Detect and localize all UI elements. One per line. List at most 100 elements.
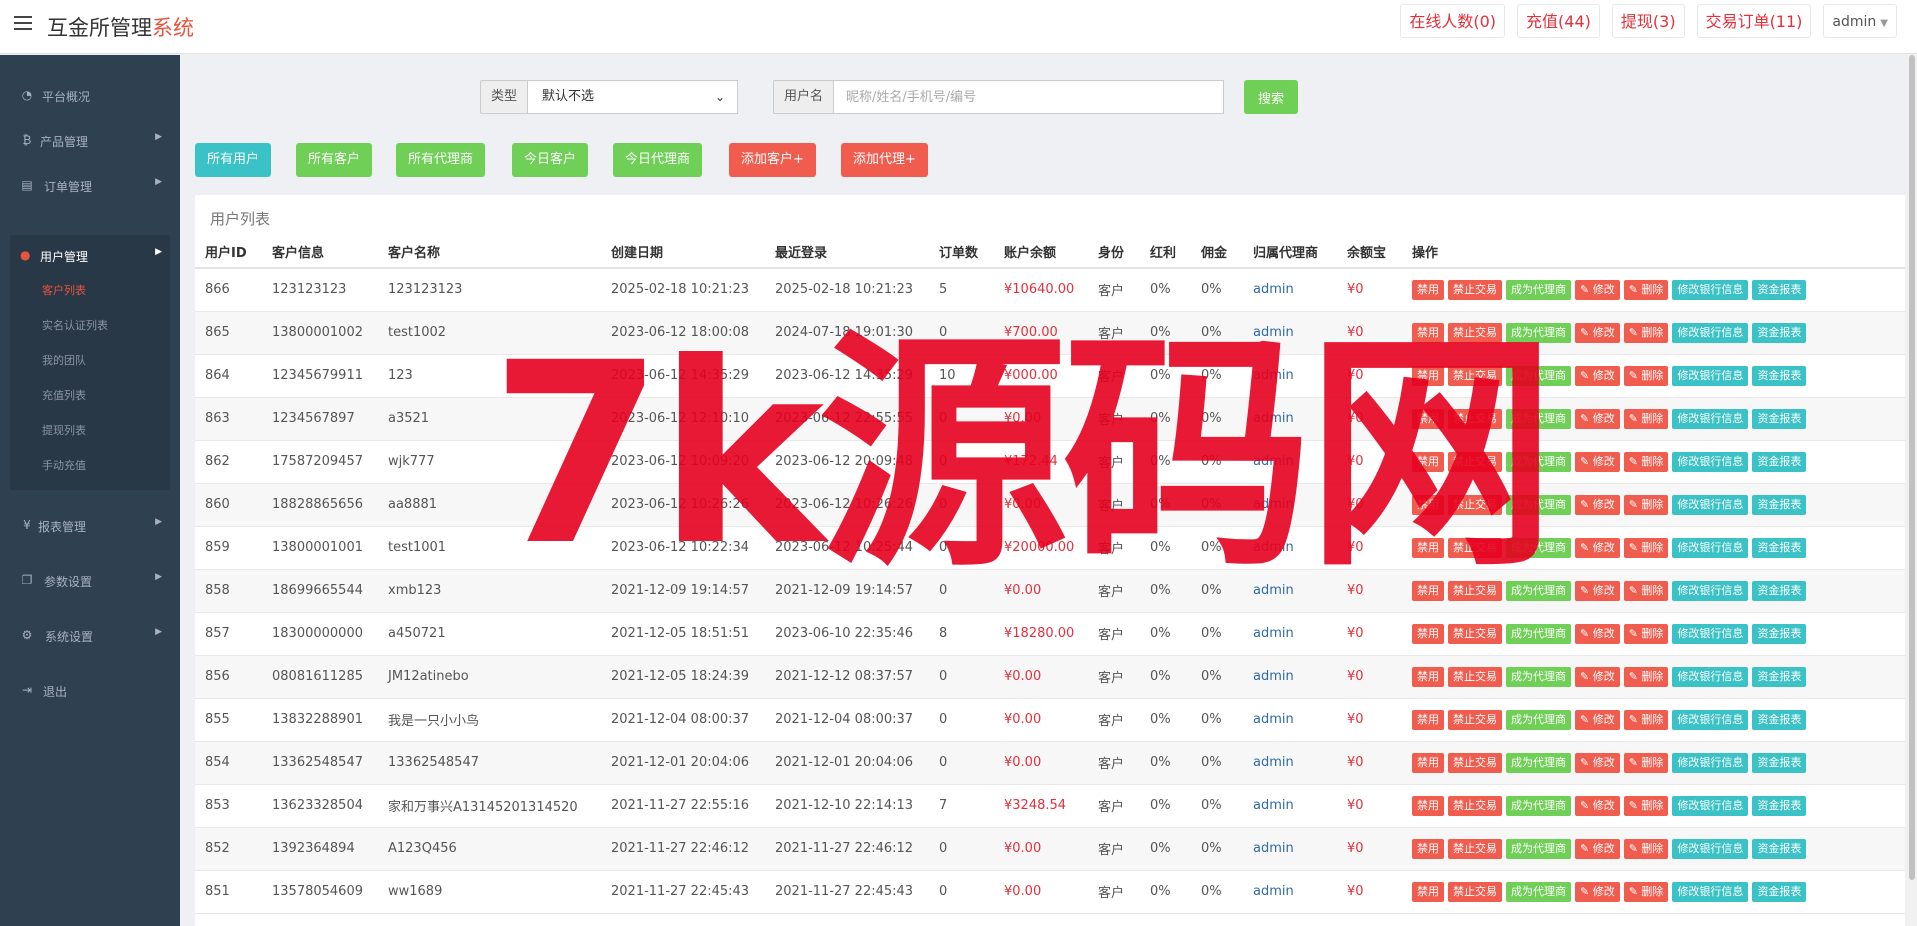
- sidebar-item-orders[interactable]: ▤ 订单管理 ▶: [0, 165, 180, 205]
- delete-button[interactable]: ✎ 删除: [1623, 451, 1669, 472]
- search-button[interactable]: 搜索: [1244, 80, 1298, 114]
- trade-orders-button[interactable]: 交易订单(11): [1696, 4, 1812, 38]
- make-agent-button[interactable]: 成为代理商: [1506, 365, 1571, 386]
- disable-button[interactable]: 禁用: [1412, 623, 1444, 644]
- edit-button[interactable]: ✎ 修改: [1575, 795, 1620, 816]
- all-users-button[interactable]: 所有用户: [195, 143, 272, 177]
- edit-bank-button[interactable]: 修改银行信息: [1672, 279, 1749, 300]
- make-agent-button[interactable]: 成为代理商: [1506, 322, 1571, 343]
- fund-report-button[interactable]: 资金报表: [1752, 838, 1807, 859]
- delete-button[interactable]: ✎ 删除: [1623, 666, 1669, 687]
- recharge-count-button[interactable]: 充值(44): [1517, 4, 1600, 38]
- today-customers-button[interactable]: 今日客户: [512, 143, 589, 177]
- ban-trade-button[interactable]: 禁止交易: [1448, 279, 1502, 300]
- edit-bank-button[interactable]: 修改银行信息: [1672, 494, 1749, 515]
- sidebar-item-overview[interactable]: ◔ 平台概况: [0, 75, 180, 115]
- edit-button[interactable]: ✎ 修改: [1575, 838, 1620, 859]
- fund-report-button[interactable]: 资金报表: [1752, 881, 1807, 902]
- fund-report-button[interactable]: 资金报表: [1752, 580, 1807, 601]
- menu-toggle-icon[interactable]: [14, 16, 32, 32]
- add-customer-button[interactable]: 添加客户+: [729, 143, 816, 177]
- delete-button[interactable]: ✎ 删除: [1623, 709, 1669, 730]
- edit-button[interactable]: ✎ 修改: [1575, 408, 1620, 429]
- sidebar-sub-manual-recharge[interactable]: 手动充值: [42, 457, 86, 473]
- sidebar-sub-customer-list[interactable]: 客户列表: [42, 282, 86, 298]
- disable-button[interactable]: 禁用: [1412, 279, 1444, 300]
- edit-bank-button[interactable]: 修改银行信息: [1672, 365, 1749, 386]
- ban-trade-button[interactable]: 禁止交易: [1448, 881, 1502, 902]
- sidebar-sub-my-team[interactable]: 我的团队: [42, 352, 86, 368]
- fund-report-button[interactable]: 资金报表: [1752, 322, 1807, 343]
- delete-button[interactable]: ✎ 删除: [1623, 623, 1669, 644]
- edit-bank-button[interactable]: 修改银行信息: [1672, 709, 1749, 730]
- delete-button[interactable]: ✎ 删除: [1623, 494, 1669, 515]
- make-agent-button[interactable]: 成为代理商: [1506, 709, 1571, 730]
- delete-button[interactable]: ✎ 删除: [1623, 537, 1669, 558]
- fund-report-button[interactable]: 资金报表: [1752, 279, 1807, 300]
- disable-button[interactable]: 禁用: [1412, 881, 1444, 902]
- disable-button[interactable]: 禁用: [1412, 580, 1444, 601]
- all-customers-button[interactable]: 所有客户: [296, 143, 373, 177]
- make-agent-button[interactable]: 成为代理商: [1506, 795, 1571, 816]
- sidebar-item-logout[interactable]: ⇥ 退出: [0, 670, 180, 710]
- disable-button[interactable]: 禁用: [1412, 709, 1444, 730]
- fund-report-button[interactable]: 资金报表: [1752, 365, 1807, 386]
- sidebar-item-params[interactable]: ❐ 参数设置 ▶: [0, 560, 180, 600]
- make-agent-button[interactable]: 成为代理商: [1506, 623, 1571, 644]
- disable-button[interactable]: 禁用: [1412, 451, 1444, 472]
- disable-button[interactable]: 禁用: [1412, 537, 1444, 558]
- sidebar-sub-withdraw-list[interactable]: 提现列表: [42, 422, 86, 438]
- ban-trade-button[interactable]: 禁止交易: [1448, 580, 1502, 601]
- fund-report-button[interactable]: 资金报表: [1752, 408, 1807, 429]
- make-agent-button[interactable]: 成为代理商: [1506, 494, 1571, 515]
- page-scrollbar[interactable]: [1907, 55, 1917, 926]
- edit-button[interactable]: ✎ 修改: [1575, 881, 1620, 902]
- edit-button[interactable]: ✎ 修改: [1575, 709, 1620, 730]
- delete-button[interactable]: ✎ 删除: [1623, 279, 1669, 300]
- fund-report-button[interactable]: 资金报表: [1752, 451, 1807, 472]
- today-agents-button[interactable]: 今日代理商: [613, 143, 703, 177]
- edit-button[interactable]: ✎ 修改: [1575, 451, 1620, 472]
- delete-button[interactable]: ✎ 删除: [1623, 795, 1669, 816]
- ban-trade-button[interactable]: 禁止交易: [1448, 838, 1502, 859]
- ban-trade-button[interactable]: 禁止交易: [1448, 365, 1502, 386]
- disable-button[interactable]: 禁用: [1412, 408, 1444, 429]
- ban-trade-button[interactable]: 禁止交易: [1448, 709, 1502, 730]
- make-agent-button[interactable]: 成为代理商: [1506, 537, 1571, 558]
- make-agent-button[interactable]: 成为代理商: [1506, 408, 1571, 429]
- sidebar-item-products[interactable]: ₿ 产品管理 ▶: [0, 120, 180, 160]
- edit-button[interactable]: ✎ 修改: [1575, 666, 1620, 687]
- fund-report-button[interactable]: 资金报表: [1752, 709, 1807, 730]
- make-agent-button[interactable]: 成为代理商: [1506, 666, 1571, 687]
- sidebar-item-users[interactable]: ● 用户管理 ▶: [10, 235, 170, 275]
- ban-trade-button[interactable]: 禁止交易: [1448, 795, 1502, 816]
- fund-report-button[interactable]: 资金报表: [1752, 666, 1807, 687]
- edit-bank-button[interactable]: 修改银行信息: [1672, 580, 1749, 601]
- scrollbar-thumb[interactable]: [1909, 55, 1915, 880]
- disable-button[interactable]: 禁用: [1412, 494, 1444, 515]
- delete-button[interactable]: ✎ 删除: [1623, 881, 1669, 902]
- edit-button[interactable]: ✎ 修改: [1575, 322, 1620, 343]
- make-agent-button[interactable]: 成为代理商: [1506, 838, 1571, 859]
- edit-bank-button[interactable]: 修改银行信息: [1672, 752, 1749, 773]
- edit-button[interactable]: ✎ 修改: [1575, 279, 1620, 300]
- disable-button[interactable]: 禁用: [1412, 752, 1444, 773]
- edit-bank-button[interactable]: 修改银行信息: [1672, 666, 1749, 687]
- fund-report-button[interactable]: 资金报表: [1752, 752, 1807, 773]
- ban-trade-button[interactable]: 禁止交易: [1448, 666, 1502, 687]
- ban-trade-button[interactable]: 禁止交易: [1448, 494, 1502, 515]
- edit-bank-button[interactable]: 修改银行信息: [1672, 881, 1749, 902]
- edit-button[interactable]: ✎ 修改: [1575, 494, 1620, 515]
- edit-bank-button[interactable]: 修改银行信息: [1672, 451, 1749, 472]
- online-count-button[interactable]: 在线人数(0): [1400, 4, 1506, 38]
- disable-button[interactable]: 禁用: [1412, 838, 1444, 859]
- delete-button[interactable]: ✎ 删除: [1623, 408, 1669, 429]
- disable-button[interactable]: 禁用: [1412, 666, 1444, 687]
- add-agent-button[interactable]: 添加代理+: [841, 143, 928, 177]
- disable-button[interactable]: 禁用: [1412, 365, 1444, 386]
- delete-button[interactable]: ✎ 删除: [1623, 365, 1669, 386]
- edit-button[interactable]: ✎ 修改: [1575, 580, 1620, 601]
- make-agent-button[interactable]: 成为代理商: [1506, 580, 1571, 601]
- ban-trade-button[interactable]: 禁止交易: [1448, 451, 1502, 472]
- sidebar-item-reports[interactable]: ¥ 报表管理 ▶: [0, 505, 180, 545]
